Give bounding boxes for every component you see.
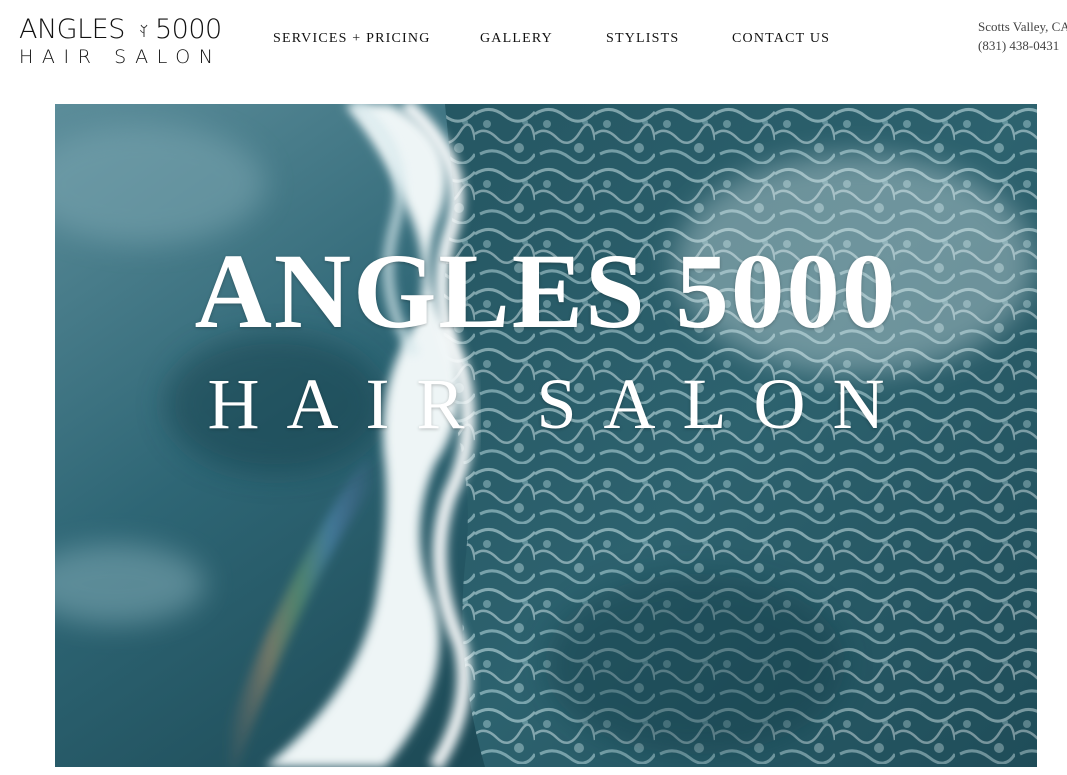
location-text: Scotts Valley, CA (978, 19, 1067, 34)
nav-gallery[interactable]: GALLERY (480, 30, 553, 48)
site-header: ANGLES 5000 HAIR SALON SERVICES + PRICIN… (0, 0, 1067, 100)
phone-number[interactable]: (831) 438-0431 (978, 36, 1067, 55)
logo-word-5000: 5000 (155, 14, 222, 45)
nav-contact-us[interactable]: CONTACT US (732, 30, 830, 48)
main-nav: SERVICES + PRICING GALLERY STYLISTS CONT… (273, 30, 873, 48)
nav-services-pricing[interactable]: SERVICES + PRICING (273, 30, 431, 48)
nav-stylists[interactable]: STYLISTS (606, 30, 679, 48)
logo[interactable]: ANGLES 5000 HAIR SALON (19, 14, 229, 68)
logo-subtitle: HAIR SALON (19, 46, 222, 68)
logo-flower-icon (140, 24, 148, 37)
header-contact-info: Scotts Valley, CA (831) 438-0431 (978, 17, 1067, 55)
hero-banner: ANGLES 5000 HAIR SALON (55, 104, 1037, 767)
hero-subtitle: HAIR SALON (207, 364, 912, 444)
logo-wordmark: ANGLES 5000 (19, 14, 229, 46)
hero-title: ANGLES 5000 (194, 233, 898, 351)
logo-word-angles: ANGLES (19, 14, 125, 45)
